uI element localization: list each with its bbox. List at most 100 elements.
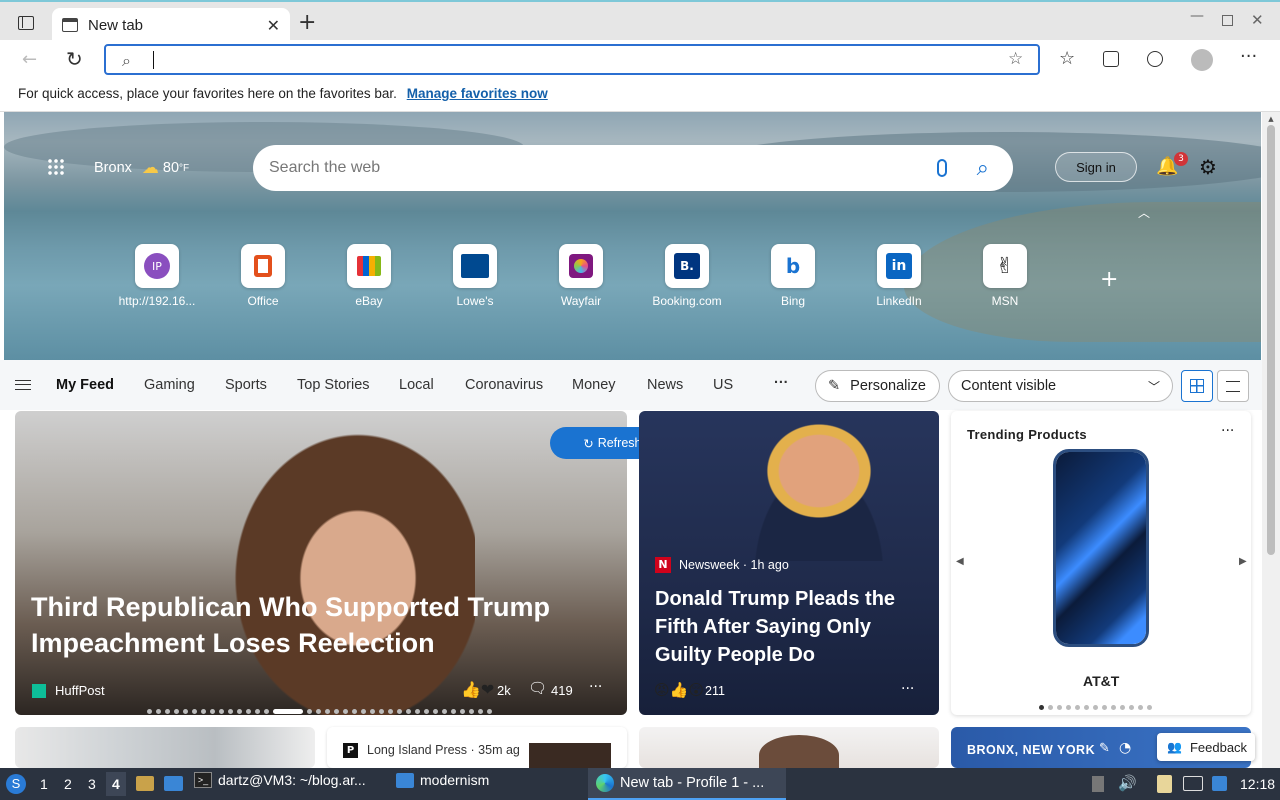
workspace-3[interactable]: 3	[88, 776, 96, 792]
weather-location: Bronx	[94, 160, 132, 176]
msn-icon: ✌	[983, 244, 1027, 288]
carousel-prev-icon[interactable]: ◀	[956, 556, 964, 567]
back-icon[interactable]: ←	[22, 49, 37, 70]
start-menu-icon[interactable]: S	[6, 774, 26, 794]
story-more-icon[interactable]: ···	[901, 681, 914, 697]
quick-link-lowes[interactable]: Lowe's	[425, 244, 525, 308]
workspace-2[interactable]: 2	[64, 776, 72, 792]
profile-avatar[interactable]	[1191, 49, 1213, 71]
carousel-dots[interactable]	[147, 703, 496, 715]
edit-location-icon[interactable]: ✎	[1099, 741, 1110, 756]
content-visibility-select[interactable]: Content visible ﹀	[948, 370, 1173, 402]
trending-products-card[interactable]: Trending Products ··· ◀ ▶ AT&T	[951, 411, 1251, 715]
product-carousel-dots[interactable]	[1039, 699, 1156, 714]
refresh-small-icon: ↻	[583, 436, 594, 451]
booking-icon: B.	[665, 244, 709, 288]
hamburger-menu-icon[interactable]	[15, 380, 31, 390]
microphone-icon[interactable]	[936, 159, 947, 177]
quick-link-booking[interactable]: B. Booking.com	[637, 244, 737, 308]
tab-news[interactable]: News	[647, 377, 683, 393]
tab-top-stories[interactable]: Top Stories	[297, 377, 370, 393]
scroll-up-icon[interactable]: ▲	[1262, 115, 1280, 123]
scroll-thumb[interactable]	[1267, 125, 1275, 555]
story-2-headline[interactable]: Donald Trump Pleads the Fifth After Sayi…	[655, 585, 925, 669]
grid-view-button[interactable]	[1181, 370, 1213, 402]
page-settings-icon[interactable]: ⚙	[1199, 155, 1217, 179]
workspace-4[interactable]: 4	[106, 772, 126, 796]
carousel-next-icon[interactable]: ▶	[1239, 556, 1247, 567]
search-submit-icon[interactable]: ⌕	[977, 156, 989, 181]
story-card-2[interactable]: N Newsweek · 1h ago Donald Trump Pleads …	[639, 411, 939, 715]
quick-link-bing[interactable]: b Bing	[743, 244, 843, 308]
quick-link-msn[interactable]: ✌ MSN	[955, 244, 1055, 308]
tray-scroll-icon[interactable]	[1092, 776, 1104, 792]
desktop-icon[interactable]	[164, 776, 183, 791]
tab-money[interactable]: Money	[572, 377, 616, 393]
taskbar-browser[interactable]: New tab - Profile 1 - ...	[588, 768, 786, 800]
manage-favorites-link[interactable]: Manage favorites now	[407, 86, 548, 101]
tab-gaming[interactable]: Gaming	[144, 377, 195, 393]
add-quick-link-button[interactable]: +	[1100, 267, 1118, 292]
list-icon	[1226, 380, 1240, 392]
maximize-icon[interactable]	[1222, 15, 1233, 26]
grid-icon	[1190, 379, 1204, 393]
reaction-icon[interactable]: 👍❤	[461, 680, 494, 699]
refresh-icon[interactable]: ↻	[66, 47, 83, 71]
add-favorite-icon[interactable]: ☆	[1008, 49, 1023, 69]
file-manager-icon[interactable]	[136, 776, 154, 791]
story-more-icon[interactable]: ···	[589, 679, 602, 695]
story-card-4[interactable]: P Long Island Press · 35m ag	[327, 727, 627, 768]
reaction-icon[interactable]: 😡👍😲	[654, 681, 704, 699]
tab-actions-icon[interactable]	[18, 16, 34, 30]
new-tab-button[interactable]: +	[298, 10, 316, 35]
address-input[interactable]	[153, 51, 155, 69]
trending-more-icon[interactable]: ···	[1221, 423, 1234, 439]
update-icon[interactable]	[1212, 776, 1227, 791]
clipboard-icon[interactable]	[1157, 775, 1172, 793]
apps-grid-icon[interactable]	[47, 158, 65, 176]
personalize-button[interactable]: ✎ Personalize	[815, 370, 940, 402]
tab-my-feed[interactable]: My Feed	[56, 377, 114, 393]
close-tab-icon[interactable]: ✕	[267, 16, 280, 35]
weather-widget[interactable]: Bronx ☁ 80 °F	[94, 158, 189, 178]
story-card-3[interactable]	[15, 727, 315, 768]
tab-sports[interactable]: Sports	[225, 377, 267, 393]
settings-more-icon[interactable]: ···	[1240, 46, 1257, 67]
feedback-button[interactable]: 👥 Feedback	[1157, 733, 1255, 761]
favorites-icon[interactable]: ☆	[1059, 48, 1075, 69]
minimize-icon[interactable]: —	[1190, 8, 1204, 24]
network-icon[interactable]	[1183, 776, 1203, 791]
taskbar-terminal[interactable]: >_ dartz@VM3: ~/blog.ar...	[194, 772, 366, 788]
comment-count: 419	[551, 683, 573, 698]
quick-link-ebay[interactable]: eBay	[319, 244, 419, 308]
tab-us[interactable]: US	[713, 377, 733, 393]
collections-icon[interactable]	[1103, 51, 1119, 67]
comment-icon[interactable]: 🗨	[528, 679, 547, 697]
address-bar[interactable]: ⌕ ☆	[104, 44, 1040, 75]
main-story-headline[interactable]: Third Republican Who Supported Trump Imp…	[31, 589, 591, 661]
taskbar-folder[interactable]: modernism	[396, 772, 489, 788]
collapse-chevron-icon[interactable]: ︿	[1138, 204, 1150, 221]
volume-icon[interactable]: 🔊	[1118, 774, 1137, 792]
search-placeholder: Search the web	[269, 159, 381, 176]
tab-new-tab[interactable]: New tab ✕	[52, 8, 290, 42]
extensions-icon[interactable]	[1147, 51, 1163, 67]
tab-coronavirus[interactable]: Coronavirus	[465, 377, 543, 393]
more-tabs-button[interactable]: ···	[774, 375, 789, 391]
main-story-card[interactable]: Third Republican Who Supported Trump Imp…	[15, 411, 627, 715]
quick-link-wayfair[interactable]: Wayfair	[531, 244, 631, 308]
weather-settings-icon[interactable]: ◔	[1119, 740, 1131, 756]
list-view-button[interactable]	[1217, 370, 1249, 402]
quick-link-ip[interactable]: IP http://192.16...	[107, 244, 207, 308]
quick-link-linkedin[interactable]: in LinkedIn	[849, 244, 949, 308]
sign-in-button[interactable]: Sign in	[1055, 152, 1137, 182]
story-card-5[interactable]	[639, 727, 939, 768]
quick-link-office[interactable]: Office	[213, 244, 313, 308]
feed-nav-bar: My Feed Gaming Sports Top Stories Local …	[0, 360, 1280, 410]
workspace-1[interactable]: 1	[40, 776, 48, 792]
story-thumbnail	[529, 743, 611, 768]
web-search-box[interactable]: Search the web ⌕	[253, 145, 1013, 191]
close-window-icon[interactable]: ✕	[1251, 11, 1264, 29]
tab-local[interactable]: Local	[399, 377, 434, 393]
page-scrollbar[interactable]: ▲	[1262, 112, 1280, 768]
